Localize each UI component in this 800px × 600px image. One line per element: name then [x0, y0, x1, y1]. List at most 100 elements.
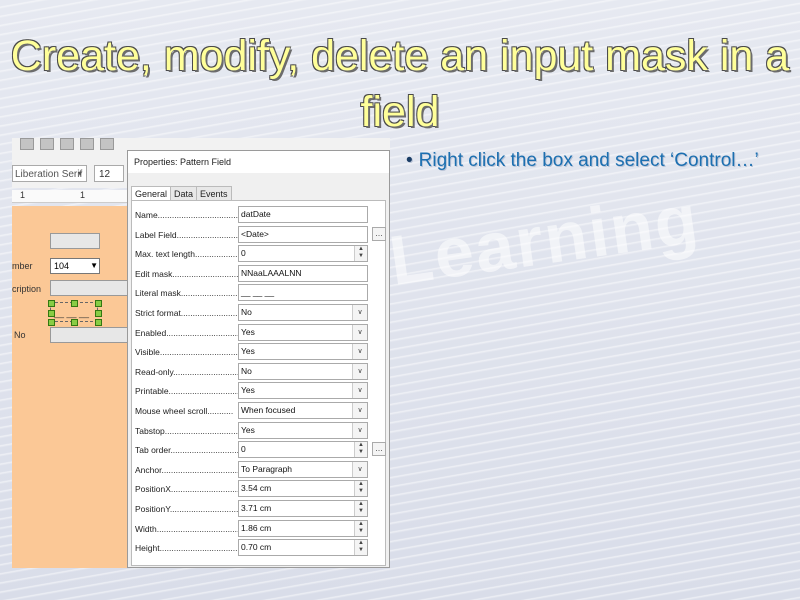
property-value: Yes	[241, 385, 255, 396]
resize-handle[interactable]	[48, 310, 55, 317]
spin-arrows-icon[interactable]: ▲ ▼	[354, 501, 367, 516]
property-value-field[interactable]: 3.54 cm ▲ ▼	[238, 480, 368, 498]
tab-general[interactable]: General	[131, 186, 172, 200]
property-label: Max. text length..................	[135, 249, 238, 260]
font-name-box[interactable]: Liberation Serif	[12, 165, 87, 182]
combo-value: 104	[54, 261, 70, 271]
form-label: cription	[12, 284, 42, 294]
property-row: Label Field.......................... <Da…	[132, 225, 387, 245]
ruler: 1 1	[12, 190, 132, 203]
spin-arrows-icon[interactable]: ▲ ▼	[354, 540, 367, 556]
property-value: 1.86 cm	[241, 522, 272, 533]
property-label: Read-only...............................	[135, 366, 238, 377]
close-doc-icon[interactable]	[20, 138, 34, 150]
spin-arrows-icon[interactable]: ▲ ▼	[354, 246, 367, 262]
property-value: Yes	[241, 424, 255, 435]
property-label: Mouse wheel scroll...........	[135, 406, 234, 416]
chevron-down-icon[interactable]: ∨	[352, 363, 367, 379]
property-label: Enabled.................................	[135, 327, 238, 338]
property-value-field[interactable]: 0 ▲ ▼	[238, 441, 368, 459]
property-label: PositionX...............................	[135, 484, 238, 495]
chevron-down-icon[interactable]: ∨	[352, 422, 367, 438]
font-size-box[interactable]: 12	[94, 165, 124, 182]
cut-icon[interactable]	[100, 138, 114, 150]
property-value-field[interactable]: 0.70 cm ▲ ▼	[238, 539, 368, 557]
chevron-down-icon[interactable]: ∨	[352, 344, 367, 360]
resize-handle[interactable]	[71, 300, 78, 307]
property-label: Name....................................	[135, 210, 238, 220]
property-value-field[interactable]: 0 ▲ ▼	[238, 245, 368, 263]
dialog-tabs: General Data Events	[131, 186, 232, 200]
property-row: Anchor..................................…	[132, 460, 387, 480]
property-value: 0	[241, 444, 246, 455]
property-value-field[interactable]: 1.86 cm ▲ ▼	[238, 519, 368, 537]
property-label: Height..................................…	[135, 543, 238, 554]
resize-handle[interactable]	[71, 319, 78, 326]
spellcheck-icon[interactable]	[80, 138, 94, 150]
property-value-field[interactable]: To Paragraph ∨	[238, 460, 368, 478]
property-value-field[interactable]: Yes ∨	[238, 382, 368, 400]
property-value: 0	[241, 248, 246, 259]
resize-handle[interactable]	[95, 319, 102, 326]
property-row: Name....................................…	[132, 206, 387, 225]
property-value-field[interactable]: datDate	[238, 206, 368, 223]
property-row: Max. text length.................. 0 ▲ ▼	[132, 245, 387, 264]
more-options-button[interactable]: …	[372, 226, 386, 241]
property-value-field[interactable]: Yes ∨	[238, 323, 368, 341]
chevron-down-icon[interactable]: ∨	[352, 383, 367, 399]
chevron-down-icon[interactable]: ∨	[352, 461, 367, 477]
resize-handle[interactable]	[48, 319, 55, 326]
spin-arrows-icon[interactable]: ▲ ▼	[354, 481, 367, 497]
property-label: Anchor..................................…	[135, 464, 238, 475]
spin-arrows-icon[interactable]: ▲ ▼	[354, 442, 367, 458]
property-label: Tabstop.................................…	[135, 425, 238, 436]
resize-handle[interactable]	[95, 310, 102, 317]
form-combo-box[interactable]: 104 ▼	[50, 258, 100, 274]
property-value: <Date>	[241, 228, 269, 239]
chevron-down-icon[interactable]: ∨	[352, 305, 367, 320]
property-value-field[interactable]: No ∨	[238, 362, 368, 380]
screenshot-panel: Liberation Serif ▾ 12 1 1 mber 104 ▼ crip…	[12, 138, 390, 568]
property-value: __ __ __	[241, 287, 275, 298]
property-value-field[interactable]: 3.71 cm ▲ ▼	[238, 500, 368, 517]
preview-icon[interactable]	[60, 138, 74, 150]
property-value-field[interactable]: When focused ∨	[238, 402, 368, 419]
property-row: Tab order...............................…	[132, 441, 387, 460]
property-row: Read-only...............................…	[132, 362, 387, 382]
property-value-field[interactable]: No ∨	[238, 304, 368, 321]
more-options-button[interactable]: …	[372, 442, 386, 457]
form-field[interactable]	[50, 233, 100, 249]
spin-arrows-icon[interactable]: ▲ ▼	[354, 520, 367, 536]
property-value-field[interactable]: <Date>	[238, 225, 368, 243]
tab-events[interactable]: Events	[196, 186, 232, 200]
property-label: Width...................................…	[135, 523, 238, 534]
chevron-down-icon[interactable]: ∨	[352, 403, 367, 418]
chevron-down-icon[interactable]: ∨	[352, 324, 367, 340]
property-value: Yes	[241, 346, 255, 357]
property-label: Printable...............................…	[135, 386, 238, 397]
property-value: NNaaLAAALNN	[241, 267, 302, 278]
bullet-icon: •	[406, 150, 413, 171]
property-label: Tab order...............................	[135, 445, 238, 456]
resize-handle[interactable]	[95, 300, 102, 307]
property-value-field[interactable]: __ __ __	[238, 284, 368, 302]
ruler-mark: 1	[80, 190, 86, 200]
property-value: 3.71 cm	[241, 503, 272, 513]
property-value: No	[241, 307, 252, 317]
print-icon[interactable]	[40, 138, 54, 150]
tab-data[interactable]: Data	[170, 186, 198, 200]
property-value-field[interactable]: Yes ∨	[238, 421, 368, 439]
property-label: Edit mask............................	[135, 268, 238, 279]
property-value-field[interactable]: NNaaLAAALNN	[238, 264, 368, 282]
bullet-point: • Right click the box and select ‘Control…	[406, 146, 766, 175]
toolbar-icon-row	[20, 138, 114, 152]
property-value: No	[241, 365, 252, 376]
property-label: Visible.................................…	[135, 347, 238, 358]
property-value-field[interactable]: Yes ∨	[238, 343, 368, 361]
chevron-down-icon: ▼	[90, 261, 98, 270]
resize-handle[interactable]	[48, 300, 55, 307]
property-value: 3.54 cm	[241, 483, 272, 494]
property-row: Mouse wheel scroll........... When focuse…	[132, 402, 387, 421]
property-value: When focused	[241, 405, 296, 415]
chevron-down-icon[interactable]: ▾	[78, 165, 88, 182]
